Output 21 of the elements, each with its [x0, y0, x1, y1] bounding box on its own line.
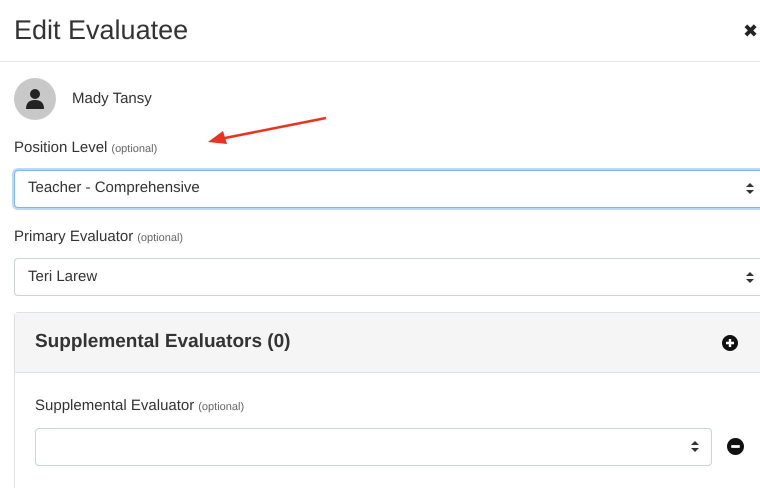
- select-value: Teri Larew: [28, 266, 98, 287]
- select-arrows-icon: [691, 441, 699, 452]
- dialog-title: Edit Evaluatee: [14, 14, 190, 48]
- select-field[interactable]: Teacher - Comprehensive: [14, 170, 760, 208]
- field-label: Position Level: [14, 138, 108, 158]
- panel-title: Supplemental Evaluators (0): [35, 330, 292, 354]
- remove-icon[interactable]: [727, 438, 744, 455]
- field-label: Supplemental Evaluator: [35, 396, 194, 416]
- optional-hint: (optional): [137, 230, 184, 246]
- select-arrows-icon: [746, 272, 754, 282]
- optional-hint: (optional): [198, 400, 244, 415]
- add-icon[interactable]: [722, 334, 738, 350]
- optional-hint: (optional): [111, 142, 158, 157]
- select-field[interactable]: Teri Larew: [14, 258, 760, 296]
- person-icon: [26, 89, 44, 109]
- select-value: Teacher - Comprehensive: [28, 178, 201, 198]
- select-arrows-icon: [746, 183, 754, 194]
- evaluatee-name: Mady Tansy: [72, 88, 152, 109]
- field-label: Primary Evaluator: [14, 226, 134, 246]
- select-field[interactable]: [35, 428, 712, 466]
- close-button[interactable]: ✖: [743, 22, 758, 40]
